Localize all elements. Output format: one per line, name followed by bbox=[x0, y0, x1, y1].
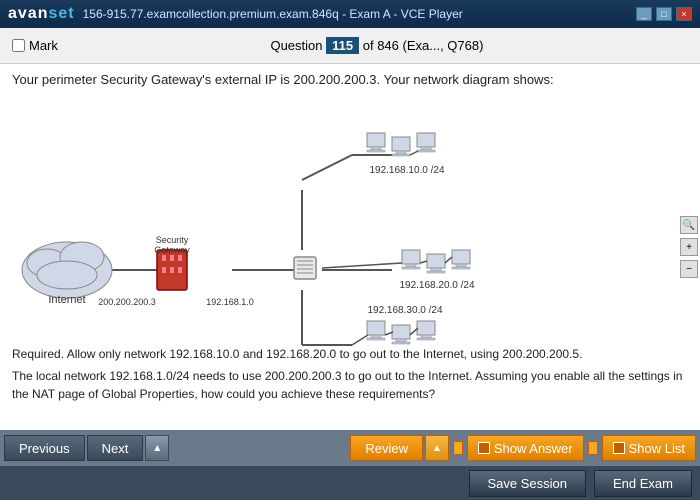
svg-text:Security: Security bbox=[156, 235, 189, 245]
save-session-button[interactable]: Save Session bbox=[469, 470, 587, 497]
svg-text:192.168.30.0 /24: 192.168.30.0 /24 bbox=[367, 305, 443, 316]
exam-label: (Exa..., Q768) bbox=[403, 38, 484, 53]
mark-check[interactable] bbox=[12, 39, 25, 52]
search-icon[interactable]: 🔍 bbox=[680, 216, 698, 234]
maximize-button[interactable]: □ bbox=[656, 7, 672, 21]
show-list-label: Show List bbox=[629, 441, 685, 456]
svg-text:192.168.1.0: 192.168.1.0 bbox=[206, 297, 254, 307]
network-svg: Internet Security Gateway 200.200.200.3 … bbox=[12, 95, 632, 350]
question-intro-text: Your perimeter Security Gateway's extern… bbox=[12, 72, 688, 87]
svg-text:192.168.20.0 /24: 192.168.20.0 /24 bbox=[399, 280, 475, 291]
svg-text:Internet: Internet bbox=[48, 294, 85, 306]
mark-checkbox[interactable]: Mark bbox=[12, 38, 58, 53]
logo-part1: avan bbox=[8, 5, 48, 22]
main-area: Mark Question 115 of 846 (Exa..., Q768) … bbox=[0, 28, 700, 500]
scroll-controls[interactable]: 🔍 + − bbox=[680, 216, 698, 278]
zoom-out-icon[interactable]: − bbox=[680, 260, 698, 278]
next-arrow-button[interactable]: ▲ bbox=[145, 435, 169, 461]
mark-label: Mark bbox=[29, 38, 58, 53]
show-answer-label: Show Answer bbox=[494, 441, 573, 456]
question-label: Question bbox=[270, 38, 322, 53]
question-of: of 846 bbox=[363, 38, 399, 53]
app-logo: avanset bbox=[8, 5, 75, 23]
question-header: Mark Question 115 of 846 (Exa..., Q768) bbox=[0, 28, 700, 64]
bottom-nav-bar: Previous Next ▲ Review ▲ Show Answer Sho… bbox=[0, 430, 700, 466]
svg-text:200.200.200.3: 200.200.200.3 bbox=[98, 297, 156, 307]
bottom-action-bar: Save Session End Exam bbox=[0, 466, 700, 500]
window-title: 156-915.77.examcollection.premium.exam.8… bbox=[83, 7, 463, 21]
answer-icon bbox=[478, 442, 490, 454]
list-icon bbox=[613, 442, 625, 454]
show-answer-button[interactable]: Show Answer bbox=[467, 435, 584, 461]
show-answer-square-icon bbox=[453, 441, 463, 455]
review-button[interactable]: Review bbox=[350, 435, 423, 461]
show-list-square-icon bbox=[588, 441, 598, 455]
minimize-button[interactable]: _ bbox=[636, 7, 652, 21]
local-network-text: The local network 192.168.1.0/24 needs t… bbox=[12, 367, 688, 403]
review-arrow-button[interactable]: ▲ bbox=[425, 435, 449, 461]
previous-button[interactable]: Previous bbox=[4, 435, 85, 461]
logo-part2: set bbox=[48, 5, 74, 22]
end-exam-button[interactable]: End Exam bbox=[594, 470, 692, 497]
window-controls[interactable]: _ □ × bbox=[636, 7, 692, 21]
show-list-button[interactable]: Show List bbox=[602, 435, 696, 461]
svg-text:192.168.10.0 /24: 192.168.10.0 /24 bbox=[369, 165, 445, 176]
title-bar: avanset 156-915.77.examcollection.premiu… bbox=[0, 0, 700, 28]
question-number: 115 bbox=[326, 37, 359, 54]
svg-text:Gateway: Gateway bbox=[154, 245, 190, 255]
close-button[interactable]: × bbox=[676, 7, 692, 21]
zoom-in-icon[interactable]: + bbox=[680, 238, 698, 256]
question-info: Question 115 of 846 (Exa..., Q768) bbox=[66, 37, 688, 54]
next-button[interactable]: Next bbox=[87, 435, 144, 461]
network-diagram: Internet Security Gateway 200.200.200.3 … bbox=[12, 95, 688, 355]
question-content: Your perimeter Security Gateway's extern… bbox=[0, 64, 700, 430]
